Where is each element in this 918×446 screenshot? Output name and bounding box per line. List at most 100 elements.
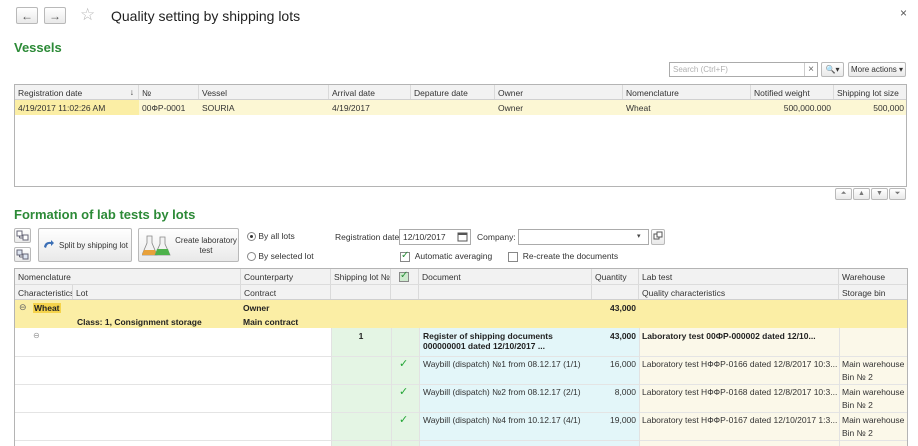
split-by-shipping-lot-button[interactable]: Split by shipping lot xyxy=(38,228,132,262)
col-owner[interactable]: Owner xyxy=(495,85,623,99)
scroll-up-button[interactable]: ▲ xyxy=(853,188,870,200)
col-lot[interactable]: Lot xyxy=(73,285,241,299)
recreate-documents-checkbox[interactable]: Re-create the documents xyxy=(508,251,618,262)
col-departure-date[interactable]: Depature date xyxy=(411,85,495,99)
col-shipping-lot-size[interactable]: Shipping lot size xyxy=(834,85,906,99)
back-arrow-icon: ← xyxy=(21,8,33,23)
table-row[interactable]: 4/19/2017 11:02:26 AM 00ФР-0001 SOURIA 4… xyxy=(15,100,906,115)
subgroup-document-line1: Register of shipping documents xyxy=(423,331,553,341)
col-contract[interactable]: Contract xyxy=(241,285,331,299)
recreate-documents-indicator[interactable] xyxy=(508,251,518,262)
row-check-icon[interactable]: ✓ xyxy=(399,413,408,426)
row-warehouse: Main warehouse xyxy=(842,415,905,425)
close-icon[interactable]: × xyxy=(900,6,907,20)
subgroup-row-register[interactable]: ⊖ 1 Register of shipping documents 00000… xyxy=(15,328,907,356)
col-warehouse[interactable]: Warehouse xyxy=(839,269,907,284)
row-storage-bin: Bin № 2 xyxy=(842,372,873,382)
scroll-top-button[interactable]: ⏶ xyxy=(835,188,852,200)
search-box[interactable]: Search (Ctrl+F) × xyxy=(669,62,818,77)
lab-section-title: Formation of lab tests by lots xyxy=(14,207,196,222)
row-document: Waybill (dispatch) №2 from 08.12.17 (2/1… xyxy=(423,387,581,397)
vessels-scroll-controls: ⏶ ▲ ▼ ⏷ xyxy=(835,188,906,200)
registration-date-label: Registration date: xyxy=(335,232,402,242)
col-characteristics[interactable]: Characteristics xyxy=(15,285,73,299)
search-icon: 🔍▾ xyxy=(825,65,840,74)
table-row[interactable]: ✓ Waybill (dispatch) №2 from 08.12.17 (2… xyxy=(15,384,907,412)
collapse-all-button[interactable] xyxy=(14,247,31,262)
row-lab-test: Laboratory test НФФР-0167 dated 12/10/20… xyxy=(642,415,838,425)
company-label: Company: xyxy=(477,232,516,242)
col-counterparty[interactable]: Counterparty xyxy=(241,269,331,284)
col-quantity[interactable]: Quantity xyxy=(592,269,639,284)
vessels-table[interactable]: Registration date ↓ № Vessel Arrival date… xyxy=(14,84,907,187)
row-quantity: 16,000 xyxy=(610,359,636,369)
search-button[interactable]: 🔍▾ xyxy=(821,62,844,77)
vessels-table-header: Registration date ↓ № Vessel Arrival date… xyxy=(15,85,906,100)
row-storage-bin: Bin № 2 xyxy=(842,428,873,438)
group-contract: Main contract xyxy=(243,317,299,327)
group-counterparty: Owner xyxy=(243,303,270,313)
col-arrival-date[interactable]: Arrival date xyxy=(329,85,411,99)
cell-vessel: SOURIA xyxy=(202,103,235,113)
calendar-icon[interactable] xyxy=(457,231,469,243)
col-nomenclature[interactable]: Nomenclature xyxy=(623,85,751,99)
lab-table-subheader: Characteristics Lot Contract Quality cha… xyxy=(15,285,907,300)
table-row[interactable]: ✓ Waybill (dispatch) №4 from 10.12.17 (4… xyxy=(15,412,907,440)
subgroup-collapse-icon[interactable]: ⊖ xyxy=(33,331,40,340)
more-actions-button[interactable]: More actions ▾ xyxy=(848,62,906,77)
col-shipping-lot[interactable]: Shipping lot № xyxy=(331,269,391,284)
favorite-star-icon[interactable]: ☆ xyxy=(80,5,95,25)
group-quantity: 43,000 xyxy=(610,303,636,313)
col-vessel[interactable]: Vessel xyxy=(199,85,329,99)
radio-all-indicator[interactable] xyxy=(247,232,256,242)
company-input[interactable] xyxy=(518,229,649,245)
sort-down-icon: ↓ xyxy=(129,87,134,97)
automatic-averaging-indicator[interactable] xyxy=(400,250,410,262)
expand-all-button[interactable] xyxy=(14,228,31,243)
cell-shipping-lot-size: 500,000 xyxy=(873,103,904,113)
col-nomenclature[interactable]: Nomenclature xyxy=(15,269,241,284)
search-placeholder: Search (Ctrl+F) xyxy=(673,65,728,74)
group-collapse-icon[interactable]: ⊖ xyxy=(19,302,27,313)
lab-flasks-icon xyxy=(142,235,171,256)
radio-by-all-lots[interactable]: By all lots xyxy=(247,231,295,242)
forward-arrow-icon: → xyxy=(49,8,61,23)
radio-by-selected-lot[interactable]: By selected lot xyxy=(247,251,314,262)
open-form-icon xyxy=(653,231,663,240)
create-lab-test-button[interactable]: Create laboratory test xyxy=(138,228,239,262)
col-lab-test[interactable]: Lab test xyxy=(639,269,839,284)
create-button-label-line2: test xyxy=(199,246,213,255)
radio-selected-indicator[interactable] xyxy=(247,252,256,262)
radio-selected-label: By selected lot xyxy=(258,251,314,261)
cell-registration-date: 4/19/2017 11:02:26 AM xyxy=(15,100,139,115)
row-check-icon[interactable]: ✓ xyxy=(399,385,408,398)
automatic-averaging-checkbox[interactable]: Automatic averaging xyxy=(400,250,492,262)
page-title: Quality setting by shipping lots xyxy=(111,8,301,24)
create-button-label-line1: Create laboratory xyxy=(175,236,237,245)
col-registration-date[interactable]: Registration date ↓ xyxy=(15,85,139,99)
group-row-wheat[interactable]: ⊖ Wheat Class: 1, Consignment storage Ow… xyxy=(15,300,907,328)
forward-button[interactable]: → xyxy=(44,7,66,24)
vessels-section-title: Vessels xyxy=(14,40,62,55)
col-quality-characteristics[interactable]: Quality characteristics xyxy=(639,285,839,299)
check-all-icon[interactable] xyxy=(399,270,409,282)
table-row[interactable]: ✓ Waybill (dispatch) №1 from 08.12.17 (1… xyxy=(15,356,907,384)
row-lab-test: Laboratory test НФФР-0166 dated 12/8/201… xyxy=(642,359,838,369)
row-check-icon[interactable]: ✓ xyxy=(399,357,408,370)
scroll-down-button[interactable]: ▼ xyxy=(871,188,888,200)
scroll-bottom-button[interactable]: ⏷ xyxy=(889,188,906,200)
col-document[interactable]: Document xyxy=(419,269,592,284)
lab-tests-table[interactable]: Nomenclature Counterparty Shipping lot №… xyxy=(14,268,908,446)
subgroup-shipping-lot: 1 xyxy=(358,331,364,341)
split-arrow-icon xyxy=(44,240,54,248)
col-number[interactable]: № xyxy=(139,85,199,99)
company-open-button[interactable] xyxy=(651,229,665,245)
subgroup-document-line2: 000000001 dated 12/10/2017 ... xyxy=(423,341,545,351)
row-warehouse: Main warehouse xyxy=(842,387,905,397)
back-button[interactable]: ← xyxy=(16,7,38,24)
col-storage-bin[interactable]: Storage bin xyxy=(839,285,907,299)
company-dropdown-icon[interactable]: ▾ xyxy=(637,232,641,240)
col-check[interactable] xyxy=(391,269,419,284)
col-notified-weight[interactable]: Notified weight xyxy=(751,85,834,99)
search-clear-icon[interactable]: × xyxy=(804,63,817,76)
